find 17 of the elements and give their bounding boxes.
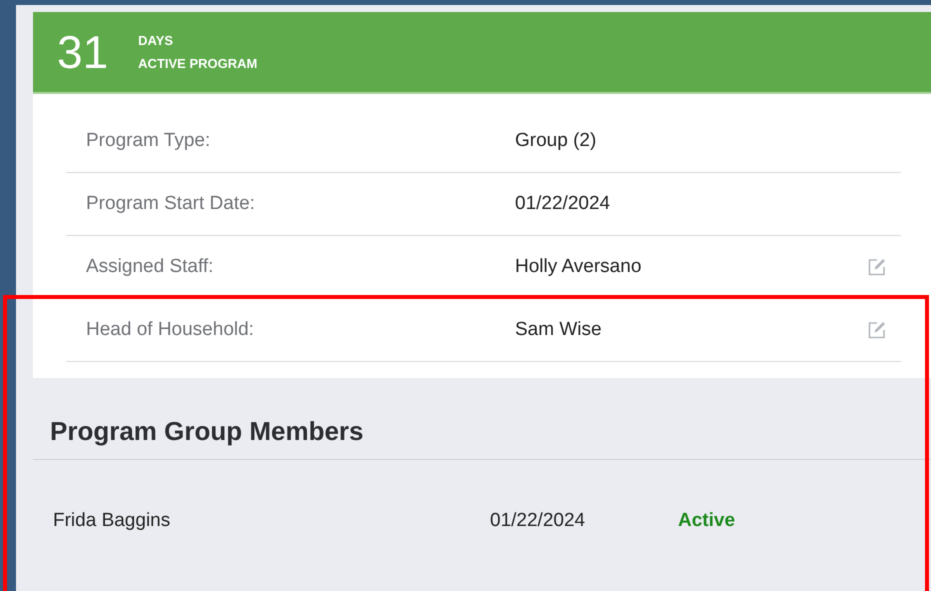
days-count: 31 bbox=[57, 29, 108, 75]
field-label: Program Start Date: bbox=[86, 193, 256, 215]
member-name: Frida Baggins bbox=[53, 510, 172, 532]
field-value: Sam Wise bbox=[515, 319, 603, 341]
edit-icon[interactable] bbox=[867, 257, 887, 277]
days-label: DAYS bbox=[138, 33, 174, 48]
field-value: Group (2) bbox=[515, 130, 598, 152]
field-label: Assigned Staff: bbox=[86, 256, 214, 278]
section-heading: Program Group Members bbox=[33, 378, 931, 460]
field-value: Holly Aversano bbox=[515, 256, 642, 278]
active-program-label: ACTIVE PROGRAM bbox=[138, 56, 258, 71]
edit-icon[interactable] bbox=[867, 320, 887, 340]
field-label: Program Type: bbox=[86, 130, 212, 152]
field-value: 01/22/2024 bbox=[515, 193, 612, 215]
member-status: Active bbox=[678, 510, 736, 532]
field-label: Head of Household: bbox=[86, 319, 255, 341]
member-date: 01/22/2024 bbox=[490, 510, 586, 532]
